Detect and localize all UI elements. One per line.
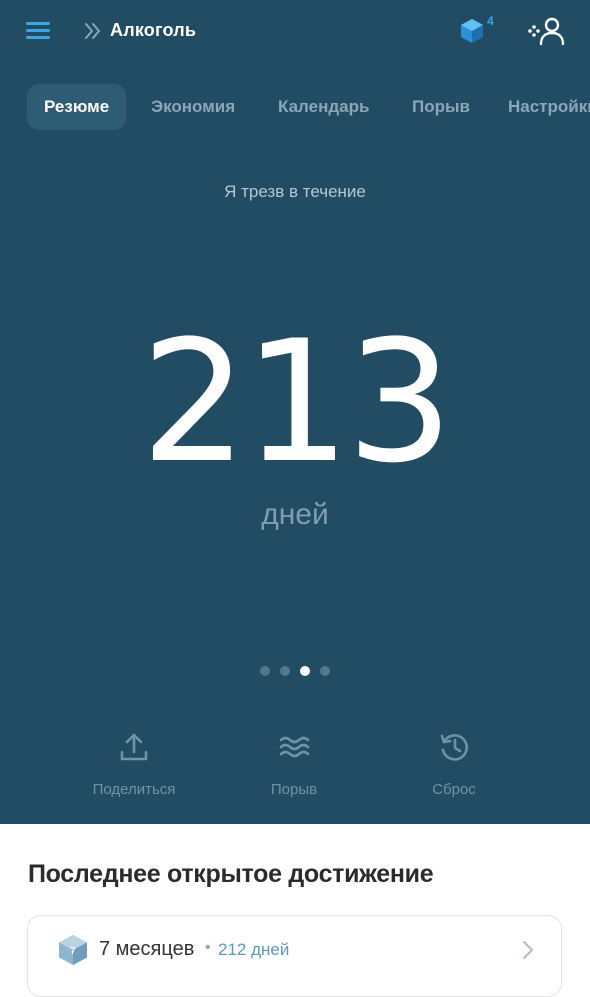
tab-settings[interactable]: Настройки xyxy=(508,84,590,130)
share-button[interactable]: Поделиться xyxy=(54,730,214,798)
reset-button[interactable]: Сброс xyxy=(374,730,534,798)
achievement-card[interactable]: 7 7 месяцев • 212 дней xyxy=(27,915,562,997)
double-chevron-icon xyxy=(85,23,100,39)
gem-count-badge: 4 xyxy=(487,14,494,28)
page-dot[interactable] xyxy=(320,666,330,676)
share-label: Поделиться xyxy=(92,781,176,798)
gem-icon[interactable] xyxy=(460,18,484,44)
tab-craving[interactable]: Порыв xyxy=(412,84,470,130)
latest-achievement-heading: Последнее открытое достижение xyxy=(28,860,434,888)
share-icon xyxy=(120,733,148,761)
top-bar: Алкоголь 4 xyxy=(0,0,590,62)
sober-days-unit: дней xyxy=(261,498,329,531)
hamburger-icon[interactable] xyxy=(26,22,50,40)
profile-add-icon[interactable] xyxy=(524,16,566,46)
craving-label: Порыв xyxy=(270,781,318,798)
summary-panel: Алкоголь 4 Резюме Экономия Календарь Пор… xyxy=(0,0,590,824)
tab-summary[interactable]: Резюме xyxy=(27,84,127,130)
sober-caption: Я трезв в течение xyxy=(224,182,366,201)
achievement-badge-number: 7 xyxy=(70,946,76,957)
history-reset-icon xyxy=(440,734,468,761)
page-dot[interactable] xyxy=(260,666,270,676)
achievement-badge-icon: 7 xyxy=(58,934,88,966)
achievement-name: 7 месяцев xyxy=(99,938,195,960)
page-dot[interactable] xyxy=(280,666,290,676)
achievement-separator: • xyxy=(205,939,211,956)
craving-button[interactable]: Порыв xyxy=(214,730,374,798)
page-dot-active[interactable] xyxy=(300,666,310,676)
tab-calendar[interactable]: Календарь xyxy=(278,84,369,130)
page-title: Алкоголь xyxy=(110,20,197,40)
chevron-right-icon xyxy=(522,940,534,960)
achievement-days: 212 дней xyxy=(218,940,290,959)
tab-savings[interactable]: Экономия xyxy=(151,84,235,130)
sober-days-count: 213 xyxy=(140,304,454,500)
reset-label: Сброс xyxy=(432,781,476,798)
tab-bar: Резюме Экономия Календарь Порыв Настройк… xyxy=(0,84,590,132)
page-indicator xyxy=(0,666,590,678)
waves-icon xyxy=(279,736,310,758)
